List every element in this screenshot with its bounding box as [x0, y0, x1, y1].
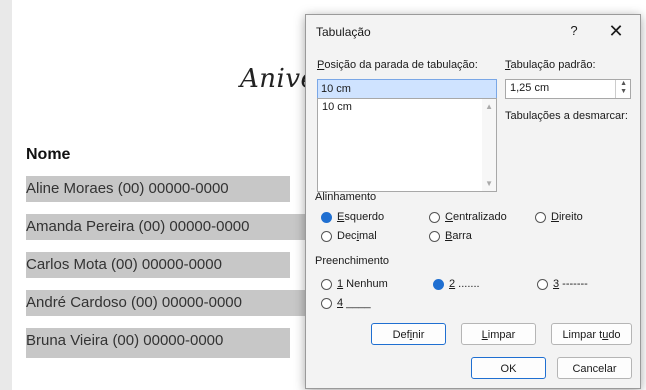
- scroll-up-icon[interactable]: ▲: [485, 102, 493, 111]
- radio-selected[interactable]: [321, 212, 332, 223]
- tab-stop-list[interactable]: 10 cm ▲ ▼: [317, 98, 497, 192]
- alignment-decimal-label: Decimal: [337, 230, 377, 242]
- scroll-down-icon[interactable]: ▼: [485, 179, 493, 188]
- alignment-center-label: Centralizado: [445, 211, 507, 223]
- list-scrollbar[interactable]: ▲ ▼: [482, 99, 496, 191]
- alignment-bar-label: Barra: [445, 230, 472, 242]
- radio[interactable]: [535, 212, 546, 223]
- radio-selected[interactable]: [433, 279, 444, 290]
- ok-button[interactable]: OK: [471, 357, 546, 379]
- help-button[interactable]: ?: [564, 21, 584, 41]
- spin-up-icon[interactable]: ▲: [620, 80, 627, 87]
- alignment-left-label: Esquerdo: [337, 211, 385, 223]
- default-tab-stops-label: Tabulação padrão:: [505, 59, 596, 71]
- close-icon[interactable]: ✕: [604, 19, 628, 43]
- default-tab-stops-value: 1,25 cm: [510, 82, 550, 94]
- clear-button[interactable]: Limpar: [461, 323, 536, 345]
- dialog-title: Tabulação: [316, 25, 371, 39]
- radio[interactable]: [321, 298, 332, 309]
- radio[interactable]: [429, 212, 440, 223]
- radio[interactable]: [321, 231, 332, 242]
- tabs-dialog: Tabulação ? ✕ Posição da parada de tabul…: [305, 14, 641, 389]
- leader-dashes-label: 3 -------: [553, 278, 588, 290]
- radio[interactable]: [537, 279, 548, 290]
- spin-down-icon[interactable]: ▼: [620, 88, 627, 95]
- document-line[interactable]: Aline Moraes (00) 00000-0000: [26, 176, 290, 202]
- radio[interactable]: [429, 231, 440, 242]
- radio[interactable]: [321, 279, 332, 290]
- column-heading: Nome: [26, 146, 71, 163]
- list-item[interactable]: 10 cm: [322, 101, 352, 113]
- leader-dots-label: 2 .......: [449, 278, 480, 290]
- leader-none-label: 1 Nenhum: [337, 278, 388, 290]
- leader-group-label: Preenchimento: [315, 255, 389, 267]
- clear-all-button[interactable]: Limpar tudo: [551, 323, 632, 345]
- document-line[interactable]: Amanda Pereira (00) 00000-0000: [26, 214, 322, 240]
- tab-stops-to-clear-label: Tabulações a desmarcar:: [505, 110, 628, 122]
- alignment-right-label: Direito: [551, 211, 583, 223]
- document-line[interactable]: Bruna Vieira (00) 00000-0000: [26, 328, 290, 358]
- tab-stop-position-label: Posição da parada de tabulação:: [317, 59, 478, 71]
- default-tab-stops-spinner[interactable]: 1,25 cm ▲ ▼: [505, 79, 631, 99]
- tab-stop-position-input[interactable]: 10 cm: [317, 79, 497, 99]
- cancel-button[interactable]: Cancelar: [557, 357, 632, 379]
- document-line[interactable]: André Cardoso (00) 00000-0000: [26, 290, 309, 316]
- document-line[interactable]: Carlos Mota (00) 00000-0000: [26, 252, 290, 278]
- set-button[interactable]: Definir: [371, 323, 446, 345]
- leader-underline-label: 4 ____: [337, 297, 371, 309]
- alignment-group-label: Alinhamento: [315, 191, 377, 203]
- spinner-buttons[interactable]: ▲ ▼: [615, 80, 630, 98]
- dialog-titlebar[interactable]: Tabulação ? ✕: [306, 15, 640, 47]
